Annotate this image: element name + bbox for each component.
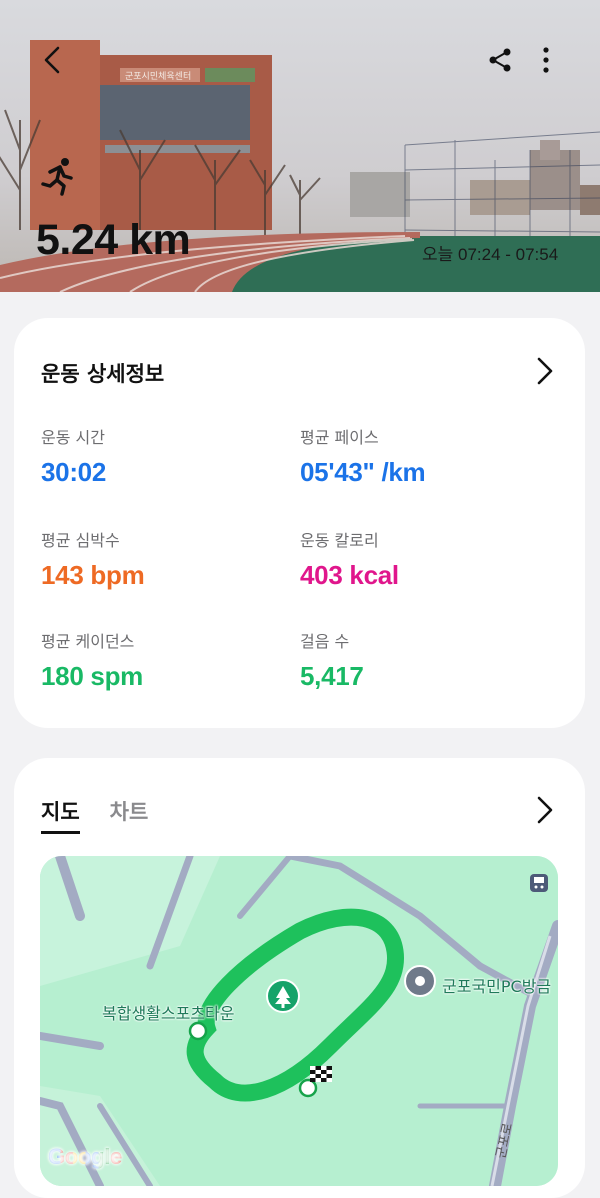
stat-label: 평균 케이던스 (41, 632, 135, 651)
checkered-flag-icon (310, 1066, 332, 1082)
place-pin-icon[interactable] (404, 965, 436, 997)
stat-value: 5,417 (300, 661, 364, 691)
stat-duration: 운동 시간 30:02 (41, 424, 106, 488)
tab-chart[interactable]: 차트 (110, 796, 149, 834)
stat-calories: 운동 칼로리 403 kcal (300, 527, 399, 591)
place-label-sports-town[interactable]: 복합생활스포츠타운 (102, 1000, 234, 1024)
chevron-left-icon (44, 46, 60, 74)
stat-label: 평균 심박수 (41, 531, 120, 550)
details-title: 운동 상세정보 (41, 362, 165, 386)
bus-icon[interactable] (530, 874, 548, 892)
hero-photo: 군포시민체육센터 5.24 km 오늘 07:24 - 07:54 (0, 0, 600, 292)
more-vertical-icon (543, 47, 549, 73)
stat-value: 143 bpm (41, 560, 145, 590)
share-icon (489, 48, 511, 72)
google-logo: Google (48, 1144, 122, 1169)
stat-value: 403 kcal (300, 560, 399, 590)
route-map[interactable]: 복합생활스포츠타운 군포국민PC방금 군포로 Google (40, 856, 558, 1186)
map-tabs: 지도 차트 (41, 796, 148, 834)
workout-time-range: 오늘 07:24 - 07:54 (422, 245, 559, 264)
stat-value: 30:02 (41, 457, 106, 487)
building-sign-text: 군포시민체육센터 (125, 71, 191, 82)
back-button[interactable] (32, 38, 72, 82)
share-button[interactable] (480, 40, 520, 80)
more-options-button[interactable] (528, 40, 564, 80)
route-start-point (188, 1021, 208, 1041)
stat-label: 운동 칼로리 (300, 531, 379, 550)
workout-details-card: 운동 상세정보 운동 시간 30:02 평균 페이스 05'43" /km 평균… (14, 318, 585, 728)
stat-label: 걸음 수 (300, 632, 350, 651)
chevron-right-icon (537, 357, 553, 385)
stat-steps: 걸음 수 5,417 (300, 628, 364, 692)
chevron-right-icon (537, 796, 553, 824)
details-open-button[interactable] (530, 355, 558, 387)
stat-heart-rate: 평균 심박수 143 bpm (41, 527, 145, 591)
total-distance: 5.24 km (36, 216, 191, 264)
stat-pace: 평균 페이스 05'43" /km (300, 424, 426, 488)
tab-map[interactable]: 지도 (41, 796, 80, 834)
place-label-pc-room[interactable]: 군포국민PC방금 (442, 973, 551, 997)
stat-value: 05'43" /km (300, 457, 426, 487)
stat-value: 180 spm (41, 661, 143, 691)
stat-label: 운동 시간 (41, 428, 105, 447)
map-open-button[interactable] (530, 794, 558, 826)
tree-marker-icon[interactable] (266, 979, 300, 1013)
stat-cadence: 평균 케이던스 180 spm (41, 628, 143, 692)
route-end-point (298, 1078, 318, 1098)
map-card: 지도 차트 복합생활스포츠타운 군포국민PC방금 군포로 Google (14, 758, 585, 1198)
running-icon (41, 158, 73, 196)
stat-label: 평균 페이스 (300, 428, 379, 447)
